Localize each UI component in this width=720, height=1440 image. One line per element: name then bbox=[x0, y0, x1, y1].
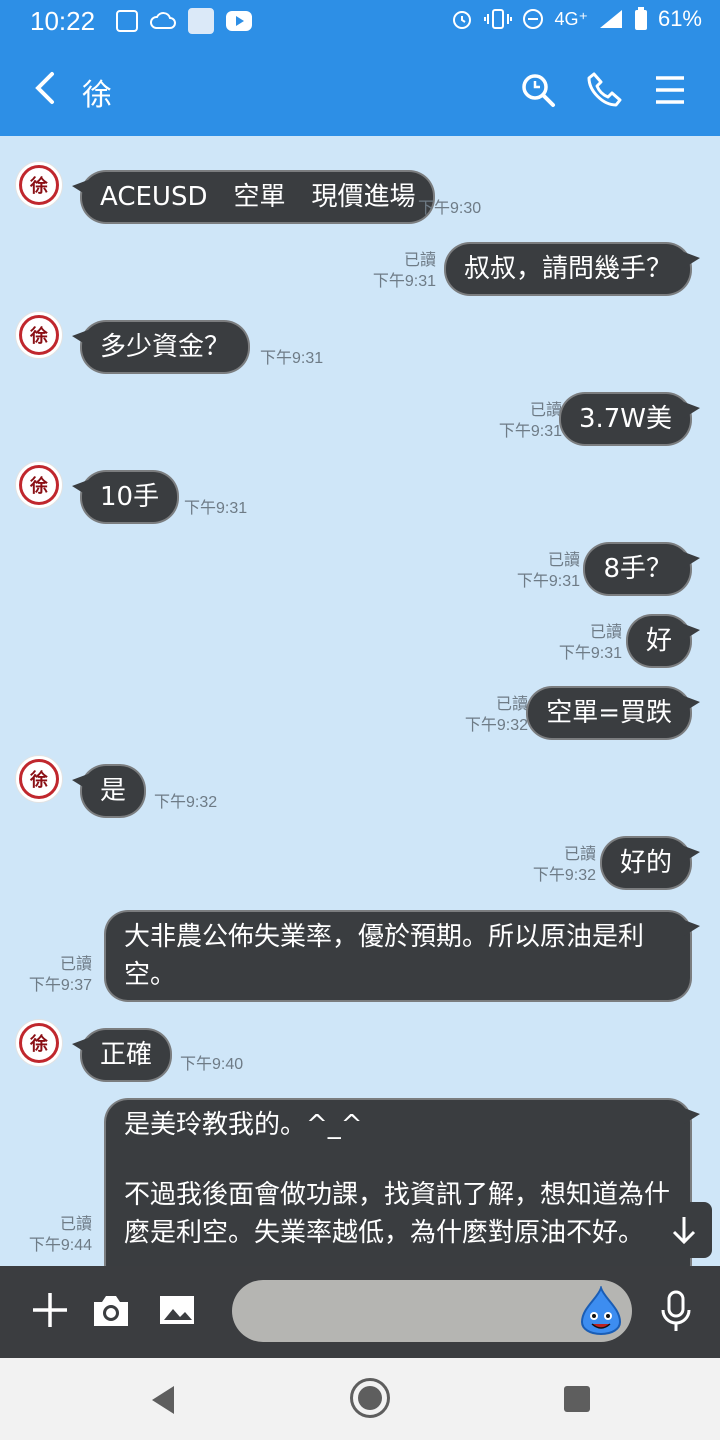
status-bar: 10:22 4G⁺ 61% bbox=[0, 0, 720, 44]
search-icon[interactable] bbox=[518, 70, 558, 110]
square-recent-icon[interactable] bbox=[564, 1386, 590, 1412]
network-type: 4G⁺ bbox=[554, 8, 588, 29]
message-bubble[interactable]: ACEUSD 空單 現價進場 bbox=[71, 170, 436, 224]
message-bubble[interactable]: 好 bbox=[625, 614, 701, 668]
message-bubble[interactable]: 10手 bbox=[71, 470, 180, 524]
read-receipt: 已讀 下午9:32 bbox=[464, 696, 528, 734]
phone-icon[interactable] bbox=[584, 70, 624, 110]
battery-icon bbox=[634, 7, 647, 30]
plus-icon[interactable] bbox=[30, 1290, 70, 1330]
chevron-left-icon[interactable] bbox=[30, 68, 60, 108]
message-bubble[interactable]: 大非農公佈失業率，優於預期。所以原油是利 空。 bbox=[104, 910, 700, 1002]
arrow-down-icon bbox=[672, 1217, 696, 1245]
triangle-back-icon[interactable] bbox=[148, 1384, 178, 1416]
notification-icons bbox=[116, 8, 252, 34]
microphone-icon[interactable] bbox=[658, 1290, 694, 1334]
scroll-to-bottom-button[interactable] bbox=[656, 1202, 712, 1258]
message-bubble[interactable]: 8手？ bbox=[583, 542, 700, 596]
message-bubble[interactable]: 正確 bbox=[71, 1028, 173, 1082]
message-time: 下午9:31 bbox=[260, 350, 324, 367]
message-bubble[interactable]: 是 bbox=[71, 764, 147, 818]
image-icon[interactable] bbox=[158, 1290, 196, 1330]
message-bubble[interactable]: 是美玲教我的。^_^ 不過我後面會做功課，找資訊了解，想知道為什 麼是利空。失業… bbox=[104, 1098, 700, 1266]
hamburger-menu-icon[interactable] bbox=[652, 70, 688, 110]
camera-icon[interactable] bbox=[92, 1290, 130, 1330]
chat-messages[interactable]: 徐 ACEUSD 空單 現價進場 下午9:30 已讀 下午9:31 叔叔，請問幾手… bbox=[0, 136, 720, 1266]
message-bubble[interactable]: 好的 bbox=[599, 836, 701, 890]
message-bubble[interactable]: 空單=買跌 bbox=[526, 686, 700, 740]
message-time: 下午9:40 bbox=[180, 1056, 244, 1073]
battery-level: 61% bbox=[657, 6, 702, 31]
message-bubble[interactable]: 3.7W美 bbox=[558, 392, 701, 446]
alarm-icon bbox=[453, 11, 472, 29]
avatar[interactable]: 徐 bbox=[16, 756, 62, 802]
slime-sticker-icon[interactable] bbox=[578, 1286, 624, 1336]
read-receipt: 已讀 下午9:31 bbox=[516, 552, 580, 590]
read-receipt: 已讀 下午9:31 bbox=[372, 252, 436, 290]
read-receipt: 已讀 下午9:31 bbox=[498, 402, 562, 440]
vibrate-icon bbox=[484, 9, 513, 29]
read-receipt: 已讀 下午9:32 bbox=[532, 846, 596, 884]
system-status-icons: 4G⁺ 61% bbox=[450, 6, 702, 32]
message-bubble[interactable]: 叔叔，請問幾手？ bbox=[443, 242, 701, 296]
message-bubble[interactable]: 多少資金？ bbox=[71, 320, 251, 374]
message-input[interactable] bbox=[232, 1280, 632, 1342]
chat-header: 徐 bbox=[0, 44, 720, 136]
signal-icon bbox=[599, 10, 622, 28]
avatar[interactable]: 徐 bbox=[16, 162, 62, 208]
message-time: 下午9:30 bbox=[418, 200, 482, 217]
avatar[interactable]: 徐 bbox=[16, 462, 62, 508]
avatar[interactable]: 徐 bbox=[16, 312, 62, 358]
youtube-icon bbox=[226, 11, 252, 31]
message-time: 下午9:31 bbox=[184, 500, 248, 517]
dnd-icon bbox=[523, 9, 544, 29]
image-notification-icon bbox=[188, 8, 214, 34]
system-nav-bar bbox=[0, 1358, 720, 1440]
status-time: 10:22 bbox=[30, 6, 96, 36]
message-input-bar bbox=[0, 1266, 720, 1358]
read-receipt: 已讀 下午9:44 bbox=[28, 1216, 92, 1254]
read-receipt: 已讀 下午9:31 bbox=[558, 624, 622, 662]
message-time: 下午9:32 bbox=[154, 794, 218, 811]
read-receipt: 已讀 下午9:37 bbox=[28, 956, 92, 994]
app-notification-icon bbox=[116, 10, 138, 32]
cloud-icon bbox=[150, 12, 176, 29]
chat-title: 徐 bbox=[82, 78, 112, 113]
home-circle-icon[interactable] bbox=[350, 1378, 390, 1418]
avatar[interactable]: 徐 bbox=[16, 1020, 62, 1066]
